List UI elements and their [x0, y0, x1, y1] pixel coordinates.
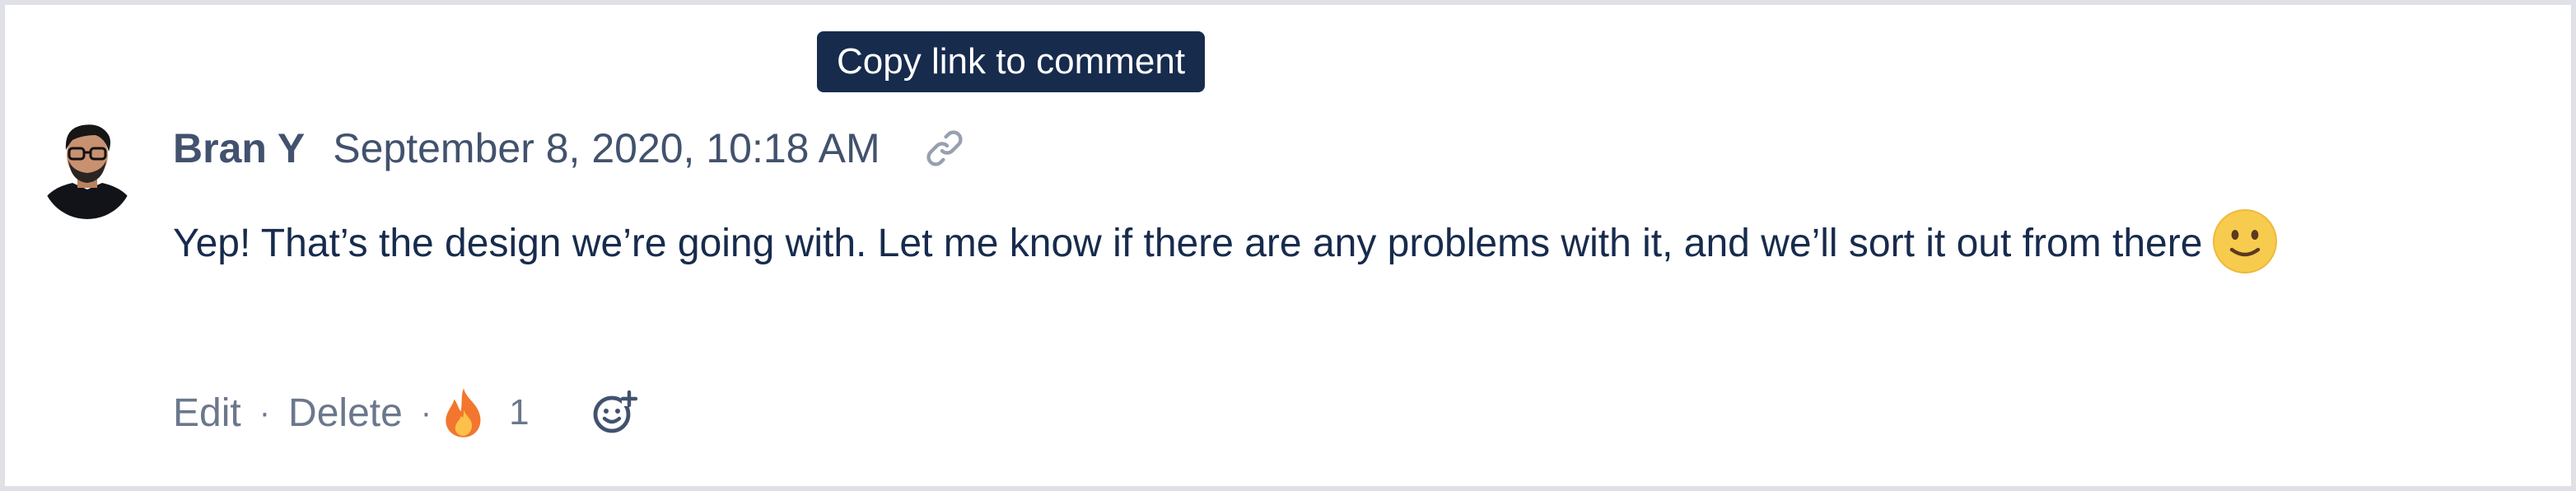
author-name[interactable]: Bran Y — [173, 124, 305, 172]
comment-header: Bran Y September 8, 2020, 10:18 AM — [173, 119, 968, 178]
comment-card: Copy link to comment Bran Y September 8,… — [0, 0, 2576, 491]
comment-body: Yep! That’s the design we’re going with.… — [173, 206, 2528, 282]
avatar-image — [41, 112, 133, 219]
separator: · — [420, 394, 432, 431]
tooltip-text: Copy link to comment — [837, 41, 1186, 82]
copy-link-tooltip: Copy link to comment — [817, 31, 1206, 92]
add-reaction-button[interactable] — [590, 388, 640, 437]
comment-timestamp[interactable]: September 8, 2020, 10:18 AM — [333, 124, 880, 172]
avatar[interactable] — [41, 112, 133, 219]
reaction-count: 1 — [509, 392, 530, 433]
copy-link-button[interactable] — [922, 125, 968, 171]
link-icon — [926, 130, 963, 166]
comment-actions: Edit · Delete · 1 — [173, 382, 640, 443]
fire-icon — [446, 388, 481, 437]
delete-button[interactable]: Delete — [288, 390, 403, 436]
edit-button[interactable]: Edit — [173, 390, 241, 436]
comment-body-text: Yep! That’s the design we’re going with.… — [173, 222, 2203, 265]
separator: · — [259, 394, 271, 431]
fire-reaction[interactable]: 1 — [436, 386, 530, 440]
add-reaction-icon — [593, 390, 637, 433]
slightly-smiling-face-icon — [2213, 209, 2278, 274]
